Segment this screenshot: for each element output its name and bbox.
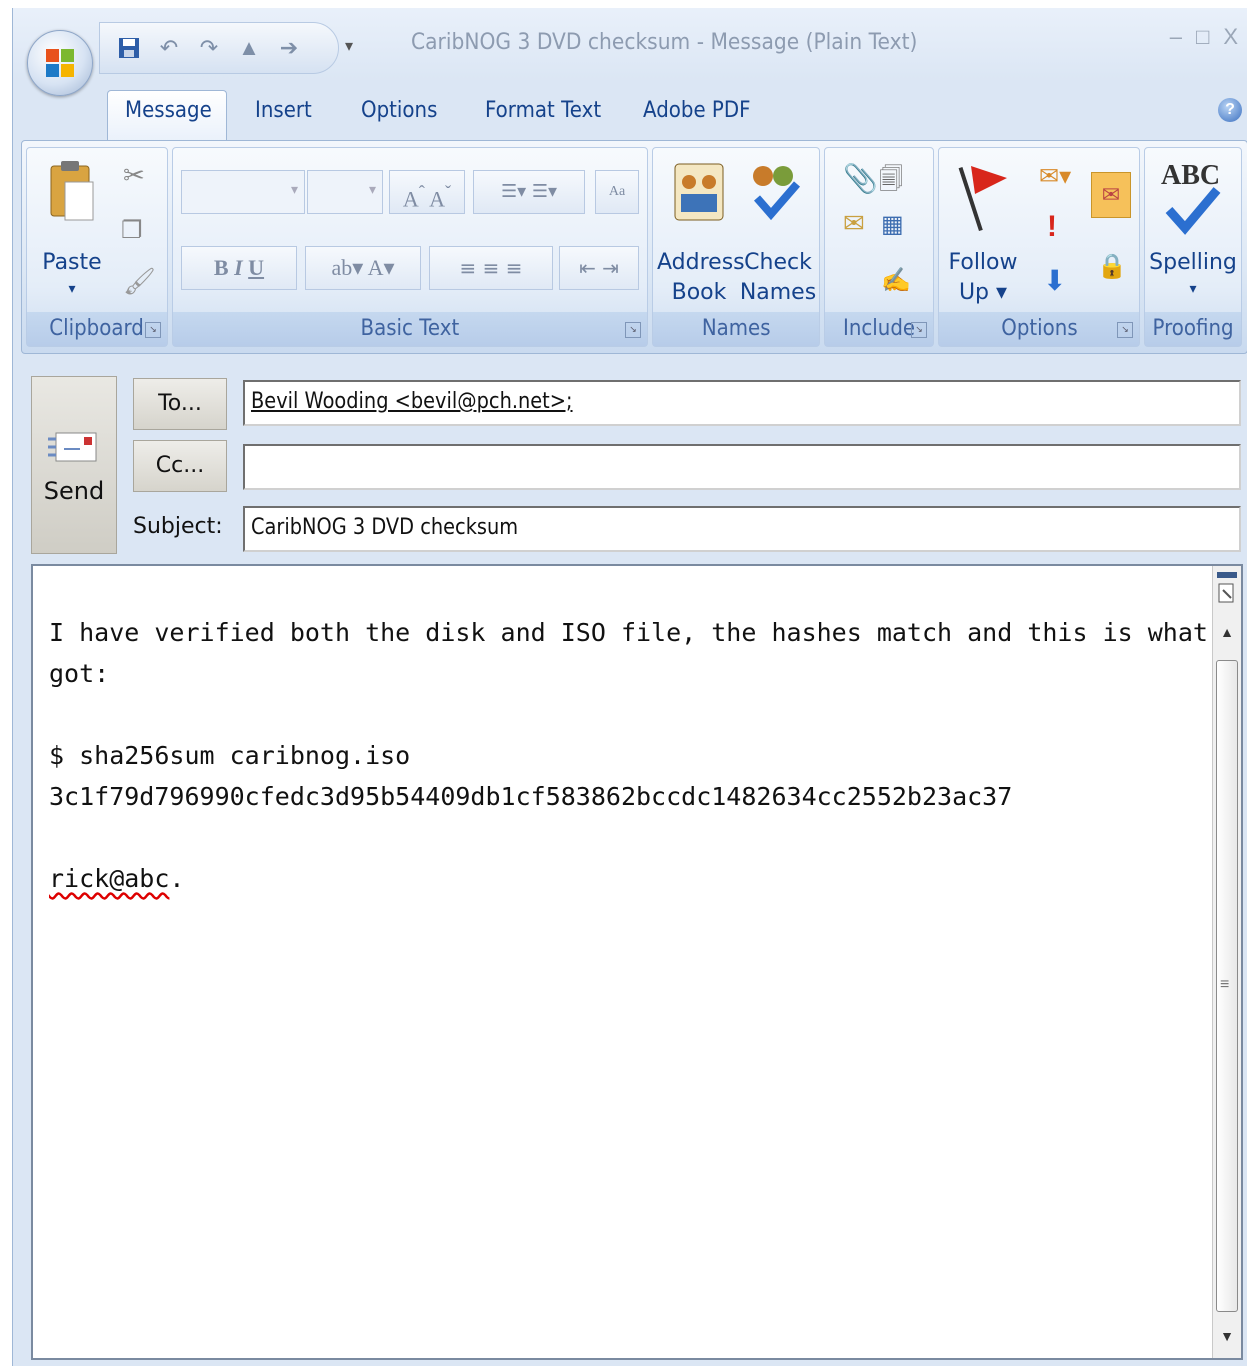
options-launcher-icon[interactable]: ↘ — [1117, 322, 1133, 338]
tab-insert[interactable]: Insert — [255, 98, 312, 138]
to-field-value: Bevil Wooding <bevil@pch.net>; — [251, 389, 573, 414]
customize-qat-icon[interactable]: ▾ — [345, 36, 353, 56]
attach-file-icon[interactable]: 📎 — [843, 162, 878, 195]
signature-icon[interactable]: ✍ — [881, 266, 911, 295]
undo-icon[interactable]: ↶ — [156, 35, 182, 61]
spelling-dropdown-icon[interactable]: ▾ — [1145, 274, 1241, 304]
cc-field[interactable] — [243, 444, 1241, 490]
calendar-icon[interactable]: ▦ — [881, 210, 904, 239]
bold-italic-underline-buttons[interactable]: B I U — [181, 246, 297, 290]
business-card-icon[interactable]: ✉ — [843, 208, 865, 239]
basic-text-group-label: Basic Text — [173, 312, 647, 346]
signature-period: . — [169, 864, 185, 893]
subject-label: Subject: — [133, 514, 223, 539]
window-title: CaribNOG 3 DVD checksum - Message (Plain… — [411, 30, 918, 55]
message-body[interactable]: I have verified both the disk and ISO fi… — [31, 564, 1243, 1360]
window-controls: – □ X — [1170, 24, 1238, 50]
office-logo-icon — [46, 49, 74, 77]
indent-buttons[interactable]: ⇤ ⇥ — [559, 246, 639, 290]
tab-options[interactable]: Options — [361, 98, 437, 138]
body-line-3: $ sha256sum caribnog.iso — [49, 741, 411, 770]
quick-access-toolbar: ↶ ↷ ▲ ➔ — [99, 22, 339, 74]
send-envelope-icon — [48, 432, 97, 462]
high-importance-icon[interactable]: ! — [1047, 210, 1057, 244]
office-button[interactable] — [27, 30, 93, 96]
font-size-combo[interactable] — [307, 170, 383, 214]
save-icon[interactable] — [116, 35, 142, 61]
ribbon: Paste ▾ ✂ ❐ 🖌 Clipboard ↘ Aˆ Aˇ ☰▾ ☰▾ Aa… — [21, 140, 1247, 354]
tab-message[interactable]: Message — [125, 98, 212, 138]
scroll-down-icon[interactable]: ▼ — [1213, 1328, 1241, 1344]
list-buttons[interactable]: ☰▾ ☰▾ — [473, 170, 585, 214]
copy-icon[interactable]: ❐ — [121, 216, 143, 245]
close-icon[interactable]: X — [1223, 24, 1238, 50]
address-book-icon[interactable] — [671, 160, 727, 224]
send-label: Send — [43, 477, 105, 505]
address-book-label-1[interactable]: Address — [657, 248, 745, 278]
names-group: Address Book Check Names Names — [652, 147, 820, 347]
format-painter-icon[interactable]: 🖌 — [123, 266, 156, 297]
view-ruler-icon[interactable] — [1215, 570, 1239, 610]
help-icon[interactable]: ? — [1218, 98, 1242, 122]
low-importance-icon[interactable]: ⬇ — [1043, 264, 1066, 297]
highlight-fontcolor-buttons[interactable]: ab▾ A▾ — [305, 246, 421, 290]
to-field[interactable]: Bevil Wooding <bevil@pch.net>; — [243, 380, 1241, 426]
previous-item-icon[interactable]: ▲ — [236, 35, 262, 61]
follow-up-label-1[interactable]: Follow — [943, 248, 1023, 278]
signature-misspelled: rick@abc — [49, 864, 170, 893]
follow-up-label-2[interactable]: Up ▾ — [943, 278, 1023, 308]
redo-icon[interactable]: ↷ — [196, 35, 222, 61]
cc-button[interactable]: Cc... — [133, 440, 227, 492]
proofing-group: ABC Spelling ▾ Proofing — [1144, 147, 1242, 347]
next-item-icon[interactable]: ➔ — [276, 35, 302, 61]
include-launcher-icon[interactable]: ↘ — [911, 322, 927, 338]
grow-shrink-font-buttons[interactable]: Aˆ Aˇ — [389, 170, 465, 214]
proofing-group-label: Proofing — [1145, 312, 1241, 346]
paste-dropdown-icon[interactable]: ▾ — [41, 274, 103, 304]
spelling-check-icon[interactable] — [1163, 184, 1223, 236]
names-group-label: Names — [653, 312, 819, 346]
vertical-scrollbar[interactable]: ▲ ≡ ▼ — [1212, 566, 1241, 1358]
maximize-icon[interactable]: □ — [1196, 24, 1209, 50]
tab-format-text[interactable]: Format Text — [485, 98, 601, 138]
address-book-label-2[interactable]: Book — [657, 278, 741, 308]
options-group-label: Options — [939, 312, 1139, 346]
minimize-icon[interactable]: – — [1170, 24, 1182, 50]
cut-icon[interactable]: ✂ — [123, 160, 145, 191]
clipboard-group: Paste ▾ ✂ ❐ 🖌 Clipboard ↘ — [26, 147, 168, 347]
align-buttons[interactable]: ≡ ≡ ≡ — [429, 246, 553, 290]
paste-icon[interactable] — [47, 158, 97, 228]
check-names-icon[interactable] — [745, 156, 805, 226]
options-group: Follow Up ▾ ✉▾ ! ⬇ ✉ 🔒 Options ↘ — [938, 147, 1140, 347]
message-body-text: I have verified both the disk and ISO fi… — [49, 612, 1238, 899]
check-names-label-1[interactable]: Check — [739, 248, 817, 278]
scrollbar-grip-icon: ≡ — [1220, 976, 1230, 993]
attach-item-icon[interactable]: 🗐 — [879, 162, 903, 203]
subject-field-value: CaribNOG 3 DVD checksum — [251, 515, 519, 540]
permission-icon[interactable]: ✉ — [1091, 172, 1131, 218]
ribbon-tabs: Message Insert Options Format Text Adobe… — [13, 82, 1247, 141]
include-group: 📎 🗐 ✉ ▦ ✍ Include ↘ — [824, 147, 934, 347]
categorize-icon[interactable]: ✉▾ — [1039, 162, 1071, 191]
basic-text-group: Aˆ Aˇ ☰▾ ☰▾ Aa B I U ab▾ A▾ ≡ ≡ ≡ ⇤ ⇥ Ba… — [172, 147, 648, 347]
body-line-4: 3c1f79d796990cfedc3d95b54409db1cf583862b… — [49, 782, 1013, 811]
clear-formatting-icon[interactable]: Aa — [595, 170, 639, 214]
to-button[interactable]: To... — [133, 378, 227, 430]
title-bar: ↶ ↷ ▲ ➔ ▾ CaribNOG 3 DVD checksum - Mess… — [13, 8, 1247, 96]
send-button[interactable]: Send — [31, 376, 117, 554]
font-name-combo[interactable] — [181, 170, 305, 214]
basic-text-launcher-icon[interactable]: ↘ — [625, 322, 641, 338]
outlook-message-window: ↶ ↷ ▲ ➔ ▾ CaribNOG 3 DVD checksum - Mess… — [12, 8, 1247, 1366]
check-names-label-2[interactable]: Names — [739, 278, 817, 308]
tab-adobe-pdf[interactable]: Adobe PDF — [643, 98, 751, 138]
clipboard-launcher-icon[interactable]: ↘ — [145, 322, 161, 338]
subject-field[interactable]: CaribNOG 3 DVD checksum — [243, 506, 1241, 552]
body-line-2: got: — [49, 659, 110, 688]
follow-up-flag-icon[interactable] — [955, 160, 1011, 236]
scroll-up-icon[interactable]: ▲ — [1213, 624, 1241, 640]
body-line-1: I have verified both the disk and ISO fi… — [49, 618, 1239, 647]
encrypt-icon[interactable]: 🔒 — [1097, 252, 1127, 281]
